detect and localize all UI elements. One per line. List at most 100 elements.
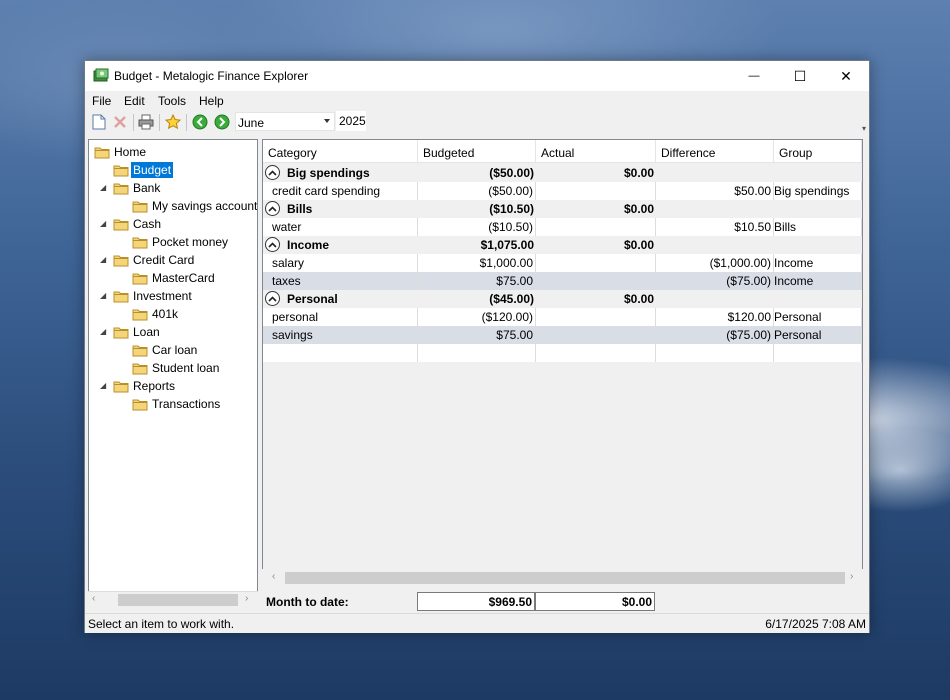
print-button[interactable] (137, 113, 155, 131)
title-bar[interactable]: Budget - Metalogic Finance Explorer — ☐ … (85, 61, 869, 91)
new-row[interactable] (263, 344, 862, 362)
collapse-group-icon[interactable] (265, 237, 280, 252)
scroll-left-icon[interactable]: ‹ (272, 571, 275, 582)
cell-group[interactable]: Personal (774, 326, 862, 344)
cell-difference[interactable]: ($75.00) (656, 326, 774, 344)
cell-actual[interactable]: $0.00 (536, 290, 656, 308)
cell-budgeted[interactable]: $1,075.00 (418, 236, 536, 254)
grid-horizontal-scrollbar[interactable]: ‹ › (262, 569, 863, 587)
cell-difference[interactable]: ($1,000.00) (656, 254, 774, 272)
cell-difference[interactable]: $120.00 (656, 308, 774, 326)
cell-group[interactable] (774, 200, 862, 218)
cell-actual[interactable] (536, 344, 656, 362)
cell-budgeted[interactable]: ($45.00) (418, 290, 536, 308)
expand-arrow-icon[interactable]: ◢ (100, 255, 108, 264)
cell-category[interactable]: savings (263, 326, 418, 344)
cell-budgeted[interactable]: $1,000.00 (418, 254, 536, 272)
cell-actual[interactable]: $0.00 (536, 236, 656, 254)
cell-actual[interactable] (536, 254, 656, 272)
expand-arrow-icon[interactable]: ◢ (100, 381, 108, 390)
minimize-button[interactable]: — (731, 61, 777, 91)
cell-difference[interactable] (656, 164, 774, 182)
cell-category[interactable]: personal (263, 308, 418, 326)
cell-budgeted[interactable]: ($10.50) (418, 218, 536, 236)
table-row[interactable]: water ($10.50) $10.50 Bills (263, 218, 862, 236)
maximize-button[interactable]: ☐ (777, 61, 823, 91)
table-row[interactable]: credit card spending ($50.00) $50.00 Big sp… (263, 182, 862, 200)
column-header-budgeted[interactable]: Budgeted (418, 140, 536, 163)
tree-node[interactable]: Credit Card (113, 251, 196, 269)
table-row[interactable]: personal ($120.00) $120.00 Personal (263, 308, 862, 326)
group-row[interactable]: Personal ($45.00) $0.00 (263, 290, 862, 308)
menu-edit[interactable]: Edit (124, 94, 145, 108)
group-row[interactable]: Income $1,075.00 $0.00 (263, 236, 862, 254)
scroll-left-icon[interactable]: ‹ (92, 593, 95, 604)
tree-node[interactable]: Loan (113, 323, 162, 341)
cell-actual[interactable] (536, 326, 656, 344)
tree-node[interactable]: 401k (132, 305, 180, 323)
toolbar-overflow-icon[interactable]: ▾ (862, 124, 866, 133)
cell-actual[interactable]: $0.00 (536, 164, 656, 182)
cell-category[interactable]: Bills (263, 200, 418, 218)
column-header-difference[interactable]: Difference (656, 140, 774, 163)
table-row[interactable]: salary $1,000.00 ($1,000.00) Income (263, 254, 862, 272)
cell-difference[interactable] (656, 236, 774, 254)
cell-category[interactable]: taxes (263, 272, 418, 290)
group-row[interactable]: Big spendings ($50.00) $0.00 (263, 164, 862, 182)
cell-group[interactable] (774, 290, 862, 308)
favorite-button[interactable] (164, 113, 182, 131)
delete-button[interactable] (111, 113, 129, 131)
cell-category[interactable]: Personal (263, 290, 418, 308)
cell-budgeted[interactable]: ($120.00) (418, 308, 536, 326)
scroll-thumb[interactable] (118, 594, 238, 606)
year-field[interactable]: 2025 (336, 111, 366, 131)
cell-difference[interactable]: ($75.00) (656, 272, 774, 290)
tree-node[interactable]: Student loan (132, 359, 221, 377)
cell-actual[interactable]: $0.00 (536, 200, 656, 218)
cell-budgeted[interactable]: $75.00 (418, 326, 536, 344)
cell-budgeted[interactable]: ($50.00) (418, 182, 536, 200)
tree-node[interactable]: Budget (113, 161, 174, 179)
cell-budgeted[interactable]: ($50.00) (418, 164, 536, 182)
cell-category[interactable]: Big spendings (263, 164, 418, 182)
cell-budgeted[interactable]: $75.00 (418, 272, 536, 290)
cell-group[interactable] (774, 344, 862, 362)
menu-file[interactable]: File (92, 94, 111, 108)
tree-node[interactable]: Pocket money (132, 233, 230, 251)
table-row[interactable]: savings $75.00 ($75.00) Personal (263, 326, 862, 344)
column-header-category[interactable]: Category (263, 140, 418, 163)
collapse-group-icon[interactable] (265, 201, 280, 216)
cell-group[interactable]: Income (774, 272, 862, 290)
new-button[interactable] (90, 113, 108, 131)
previous-month-button[interactable] (191, 113, 209, 131)
cell-actual[interactable] (536, 182, 656, 200)
cell-category[interactable]: Income (263, 236, 418, 254)
expand-arrow-icon[interactable]: ◢ (100, 327, 108, 336)
cell-group[interactable]: Personal (774, 308, 862, 326)
menu-help[interactable]: Help (199, 94, 224, 108)
collapse-group-icon[interactable] (265, 291, 280, 306)
cell-group[interactable]: Bills (774, 218, 862, 236)
scroll-right-icon[interactable]: › (245, 593, 248, 604)
cell-category[interactable]: salary (263, 254, 418, 272)
column-header-actual[interactable]: Actual (536, 140, 656, 163)
menu-tools[interactable]: Tools (158, 94, 186, 108)
tree-horizontal-scrollbar[interactable]: ‹ › (88, 591, 258, 608)
close-button[interactable]: ✕ (823, 61, 869, 91)
expand-arrow-icon[interactable]: ◢ (100, 219, 108, 228)
tree-node[interactable]: My savings account (132, 197, 257, 215)
cell-category[interactable] (263, 344, 418, 362)
cell-category[interactable]: water (263, 218, 418, 236)
cell-difference[interactable] (656, 290, 774, 308)
tree-node[interactable]: Investment (113, 287, 194, 305)
scroll-thumb[interactable] (285, 572, 845, 584)
collapse-group-icon[interactable] (265, 165, 280, 180)
table-row[interactable]: taxes $75.00 ($75.00) Income (263, 272, 862, 290)
cell-difference[interactable] (656, 344, 774, 362)
scroll-right-icon[interactable]: › (850, 571, 853, 582)
tree-node[interactable]: Cash (113, 215, 163, 233)
cell-actual[interactable] (536, 272, 656, 290)
tree-node[interactable]: Car loan (132, 341, 199, 359)
tree-node[interactable]: Transactions (132, 395, 222, 413)
tree-node[interactable]: MasterCard (132, 269, 217, 287)
